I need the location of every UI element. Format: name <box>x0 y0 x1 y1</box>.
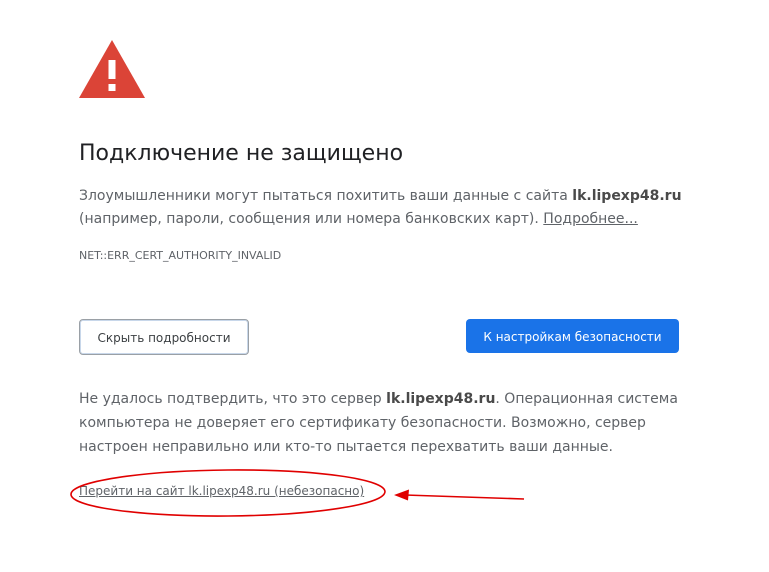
main-message: Злоумышленники могут пытаться похитить в… <box>79 185 699 231</box>
site-domain: lk.lipexp48.ru <box>572 188 682 204</box>
proceed-unsafe-link[interactable]: Перейти на сайт lk.lipexp48.ru (небезопа… <box>79 484 364 498</box>
main-message-text-2: (например, пароли, сообщения или номера … <box>79 211 544 227</box>
main-message-text-1: Злоумышленники могут пытаться похитить в… <box>79 188 573 204</box>
warning-triangle-icon <box>79 40 145 98</box>
page-title: Подключение не защищено <box>79 141 404 166</box>
hide-details-button[interactable]: Скрыть подробности <box>79 319 249 355</box>
back-to-safety-button[interactable]: К настройкам безопасности <box>466 319 679 353</box>
details-domain: lk.lipexp48.ru <box>386 391 496 407</box>
annotation-arrow-head <box>394 489 409 501</box>
details-text-1: Не удалось подтвердить, что это сервер <box>79 391 387 407</box>
details-message: Не удалось подтвердить, что это сервер l… <box>79 387 699 459</box>
learn-more-link[interactable]: Подробнее... <box>543 211 638 227</box>
error-code: NET::ERR_CERT_AUTHORITY_INVALID <box>79 249 282 262</box>
annotation-arrow-line <box>404 494 525 500</box>
